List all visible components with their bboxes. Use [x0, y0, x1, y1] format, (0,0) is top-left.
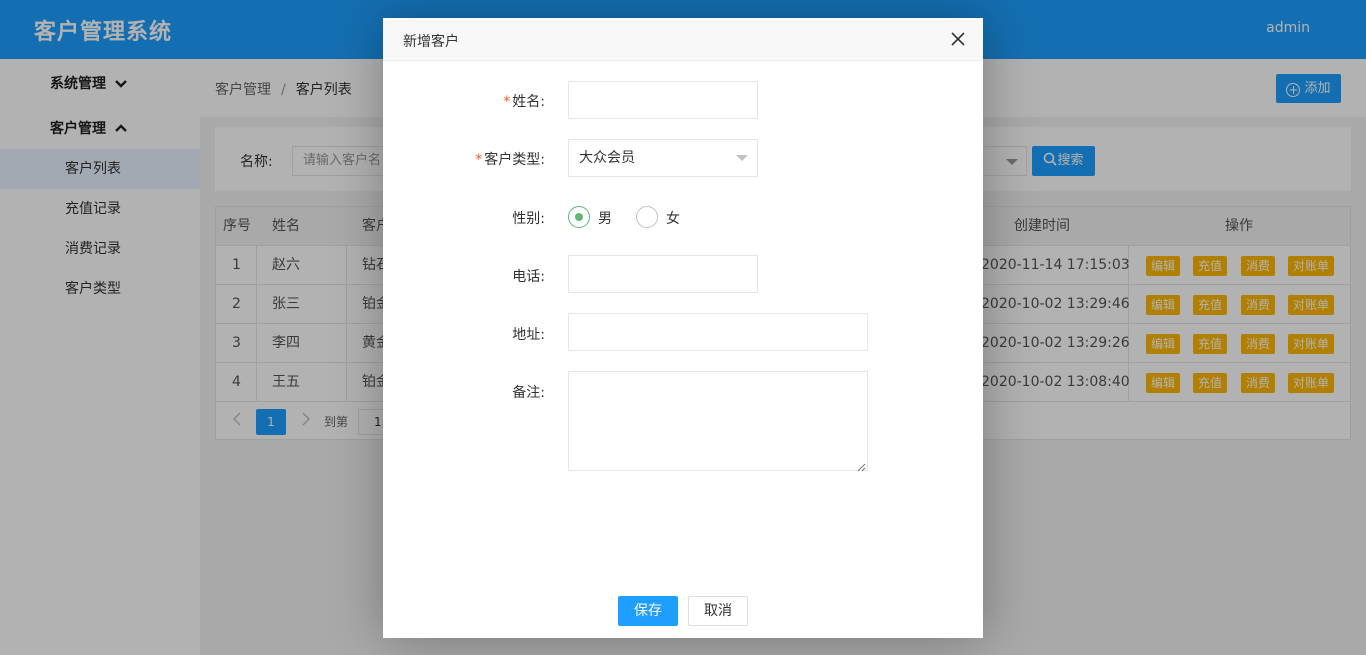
add-customer-dialog: 新增客户 * 姓名: * 客户类型: 大众会员 性别: 男 女 电话: 地址: 备注…	[383, 18, 983, 638]
close-icon[interactable]	[949, 30, 967, 48]
name-label: * 姓名:	[383, 91, 545, 111]
remark-label: 备注:	[512, 385, 545, 401]
radio-checked-icon	[568, 206, 590, 228]
name-input[interactable]	[568, 81, 758, 119]
required-mark: *	[503, 94, 511, 110]
radio-unchecked-icon	[636, 206, 658, 228]
gender-option-label: 女	[666, 211, 680, 227]
customer-type-select[interactable]: 大众会员	[568, 139, 758, 177]
dialog-title: 新增客户	[403, 34, 459, 50]
name-label-text: 姓名:	[512, 94, 545, 110]
save-button[interactable]: 保存	[618, 596, 678, 626]
customer-type-label-text: 客户类型:	[484, 152, 545, 168]
gender-label: 性别:	[512, 211, 545, 227]
caret-down-icon	[736, 155, 748, 161]
cancel-button[interactable]: 取消	[688, 596, 748, 626]
phone-label: 电话:	[512, 269, 545, 285]
remark-textarea[interactable]	[568, 371, 868, 472]
address-label: 地址:	[512, 327, 545, 343]
address-input[interactable]	[568, 313, 868, 351]
phone-input[interactable]	[568, 255, 758, 293]
required-mark: *	[475, 152, 483, 168]
dialog-header: 新增客户	[383, 18, 983, 61]
gender-option-label: 男	[598, 211, 612, 227]
resize-handle-icon[interactable]	[857, 460, 866, 472]
customer-type-label: * 客户类型:	[383, 149, 545, 169]
customer-type-value: 大众会员	[579, 150, 635, 166]
